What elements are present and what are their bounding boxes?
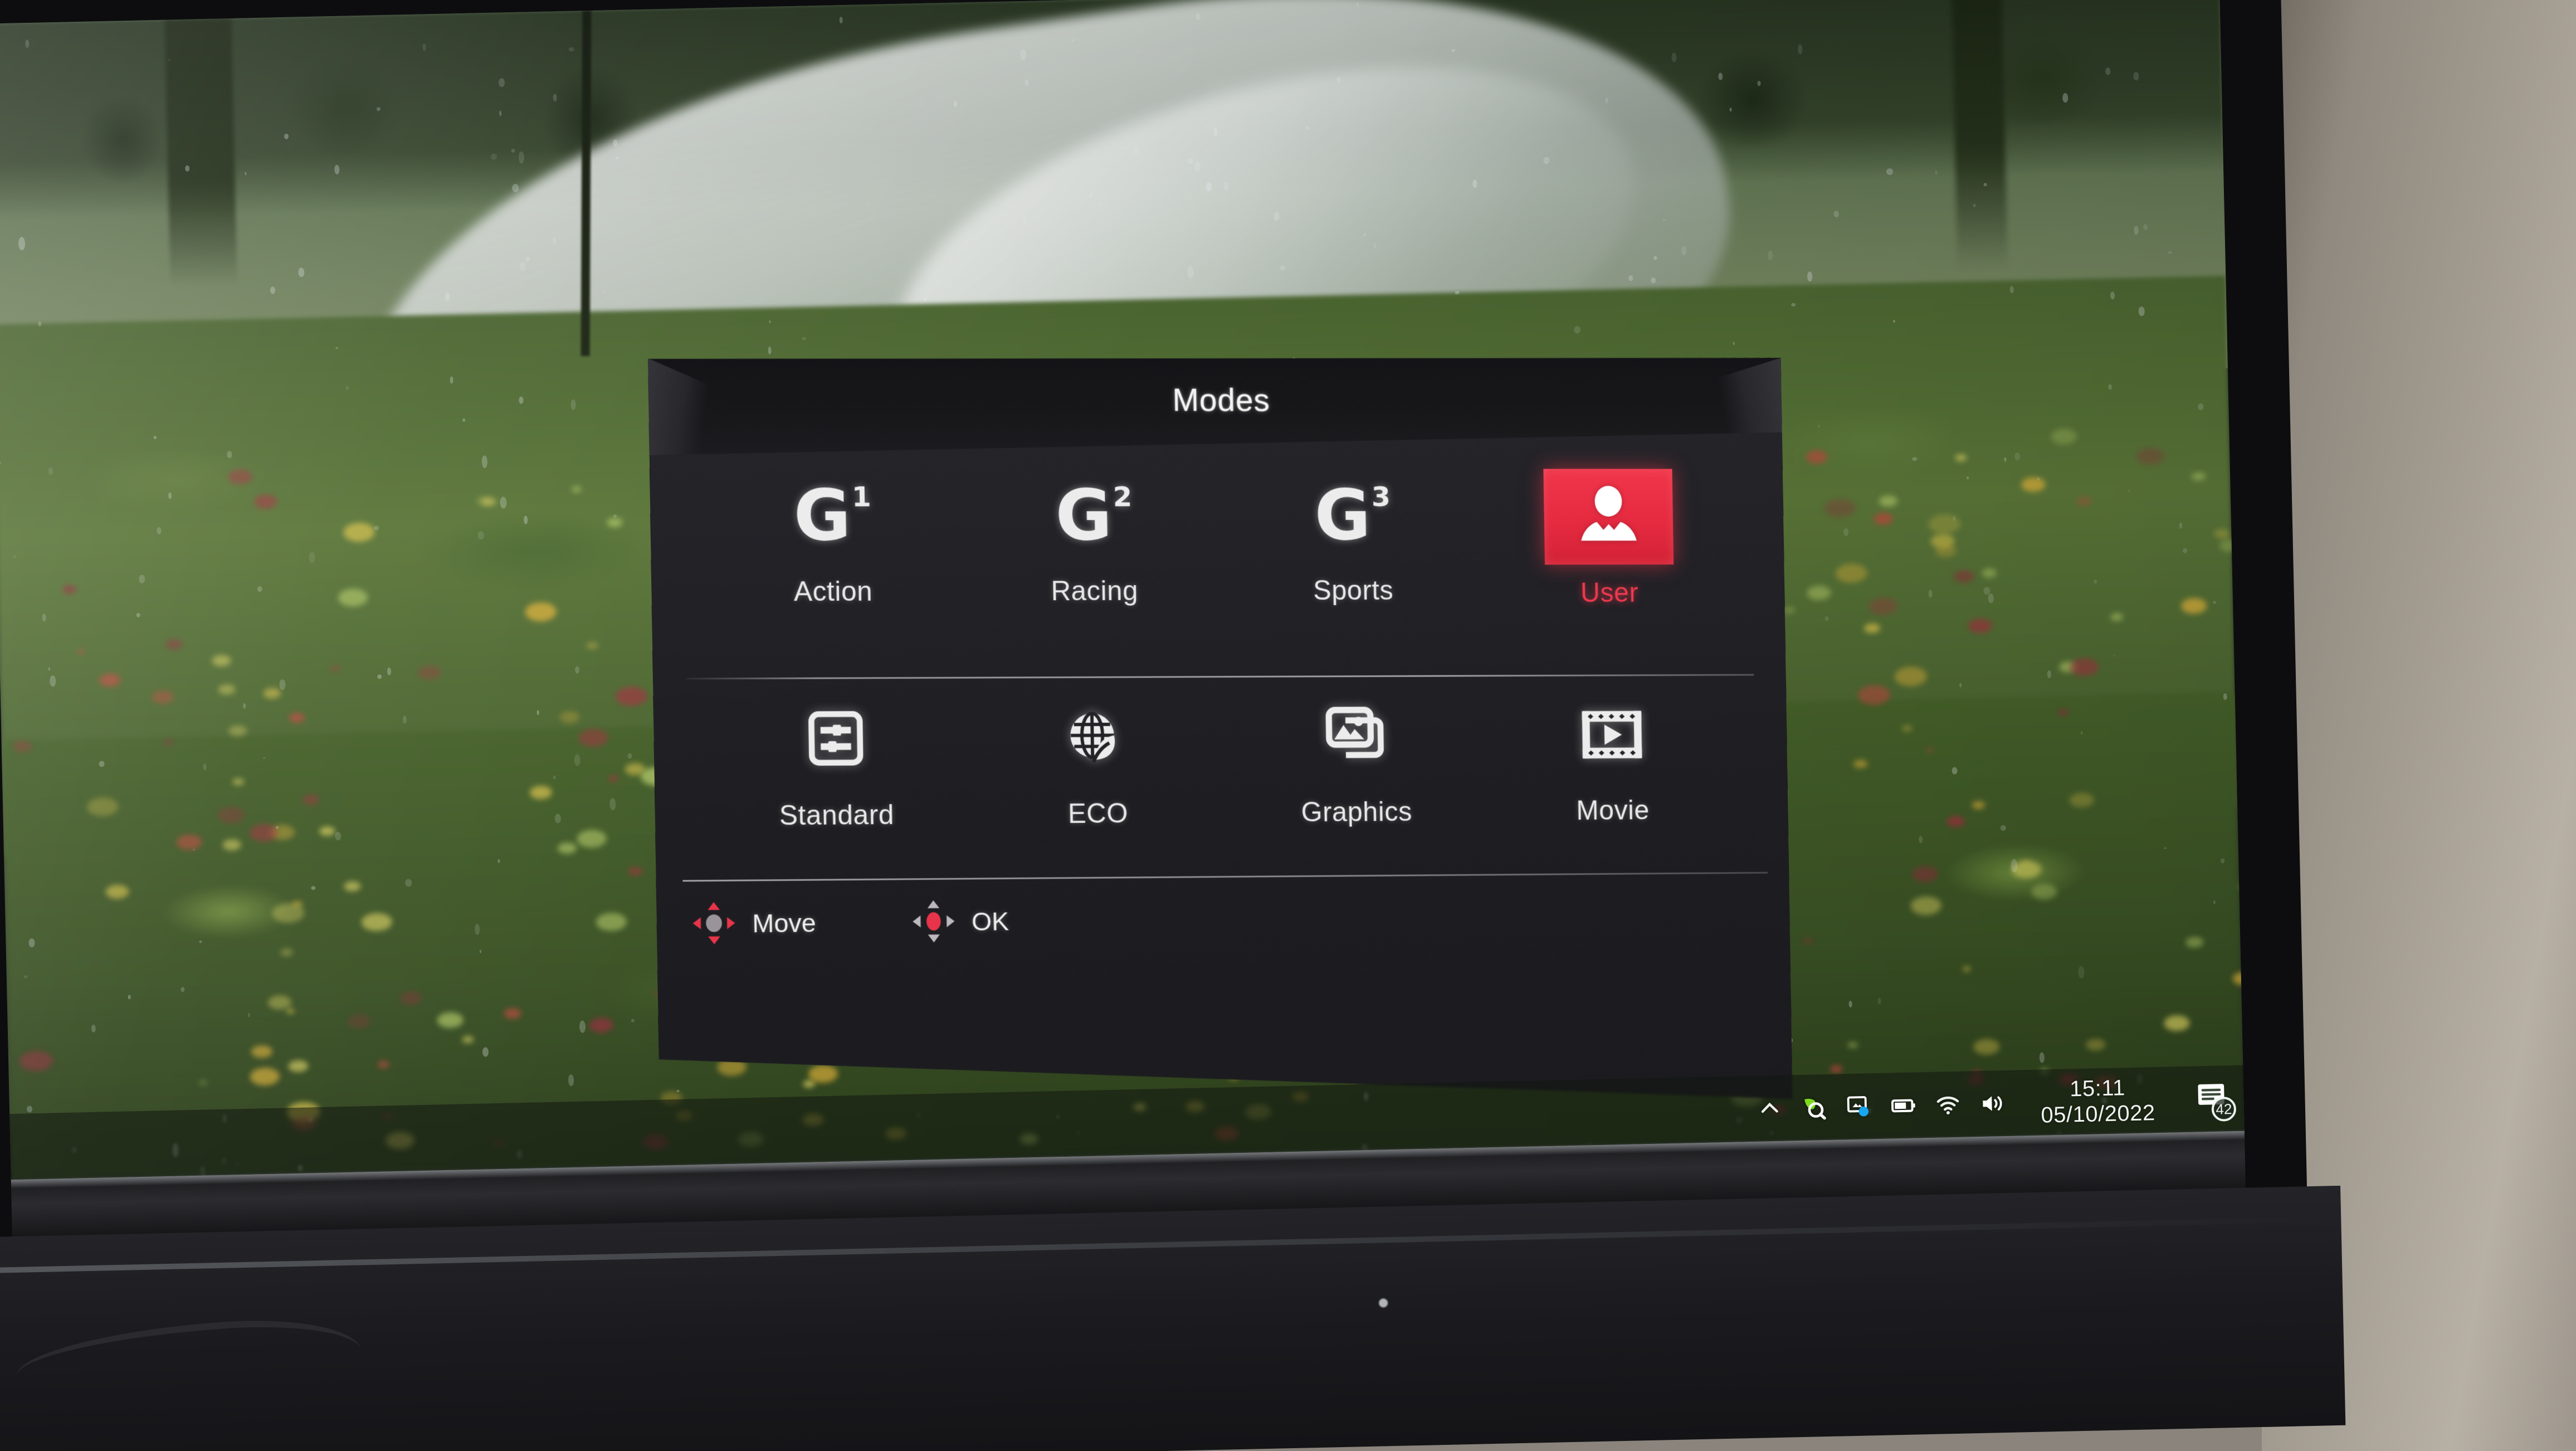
notification-count-badge: 42 (2211, 1096, 2237, 1122)
osd-label-user: User (1580, 577, 1639, 608)
osd-item-action[interactable]: G1 Action (699, 455, 965, 678)
volume-icon[interactable] (1978, 1089, 2007, 1118)
graphics-preset-tile[interactable] (1292, 690, 1418, 784)
taskbar-clock[interactable]: 15:11 05/10/2022 (2025, 1074, 2171, 1129)
osd-title: Modes (1172, 382, 1271, 418)
system-tray (1755, 1089, 2007, 1123)
user-preset-tile-selected[interactable] (1543, 469, 1674, 565)
notification-center-icon[interactable]: 42 (2194, 1079, 2237, 1122)
photo-scene: Modes G1 Action G 2 Racing G 3 Sports Us… (0, 0, 2576, 1451)
g3-preset-icon: G3 (1314, 475, 1390, 556)
monitor-screen: Modes G1 Action G 2 Racing G 3 Sports Us… (0, 0, 2245, 1180)
osd-item-racing[interactable]: G2 Racing (962, 455, 1226, 677)
clock-date: 05/10/2022 (2041, 1101, 2156, 1128)
osd-item-user[interactable]: User (1480, 456, 1738, 675)
osd-item-sports[interactable]: G3 Sports (1222, 455, 1483, 676)
battery-icon[interactable] (1889, 1091, 1918, 1119)
sliders-icon (801, 704, 870, 775)
g3-preset-tile[interactable]: G3 (1289, 469, 1415, 562)
user-profile-icon (1572, 479, 1644, 554)
osd-row-presets: G1 Action G2 Racing G 3 Sports User (650, 455, 1786, 678)
antivirus-shield-icon[interactable] (1800, 1093, 1828, 1122)
osd-item-graphics[interactable]: Graphics (1226, 676, 1486, 876)
display-settings-icon[interactable] (1845, 1092, 1873, 1121)
osd-label-graphics: Graphics (1301, 796, 1413, 828)
film-play-icon (1576, 699, 1647, 773)
photos-icon (1321, 701, 1391, 773)
osd-label-eco: ECO (1067, 797, 1129, 829)
globe-leaf-icon (1062, 702, 1132, 775)
dpad-move-icon (690, 899, 738, 948)
osd-item-standard[interactable]: Standard (703, 679, 969, 880)
osd-label-racing: Racing (1051, 575, 1139, 607)
eco-preset-tile[interactable] (1033, 691, 1160, 786)
g2-preset-tile[interactable]: G2 (1030, 469, 1157, 563)
osd-hint-move-label: Move (752, 907, 817, 938)
clock-time: 15:11 (2069, 1075, 2126, 1102)
monitor-osd-menu: Modes G1 Action G 2 Racing G 3 Sports Us… (648, 355, 1793, 1113)
g1-preset-tile[interactable]: G1 (768, 469, 896, 563)
osd-hint-ok-label: OK (971, 906, 1009, 936)
osd-label-action: Action (793, 576, 873, 607)
osd-label-movie: Movie (1576, 795, 1650, 826)
osd-row-modes: Standard ECO Graphics Movie (653, 675, 1789, 880)
osd-item-movie[interactable]: Movie (1483, 676, 1741, 874)
g1-preset-icon: G1 (793, 474, 871, 557)
osd-item-eco[interactable]: ECO (965, 678, 1228, 878)
osd-label-standard: Standard (779, 799, 895, 831)
standard-preset-tile[interactable] (771, 692, 900, 787)
wifi-icon[interactable] (1934, 1090, 1962, 1119)
monitor: Modes G1 Action G 2 Racing G 3 Sports Us… (0, 0, 2346, 1451)
osd-label-sports: Sports (1313, 574, 1394, 606)
g2-preset-icon: G2 (1055, 474, 1131, 556)
movie-preset-tile[interactable] (1549, 689, 1674, 783)
osd-hint-ok[interactable]: OK (910, 897, 1009, 946)
osd-footer: Move OK (656, 873, 1790, 965)
osd-hint-move[interactable]: Move (690, 898, 816, 947)
show-hidden-icons-chevron-icon[interactable] (1755, 1094, 1784, 1123)
dpad-ok-icon (910, 897, 958, 945)
